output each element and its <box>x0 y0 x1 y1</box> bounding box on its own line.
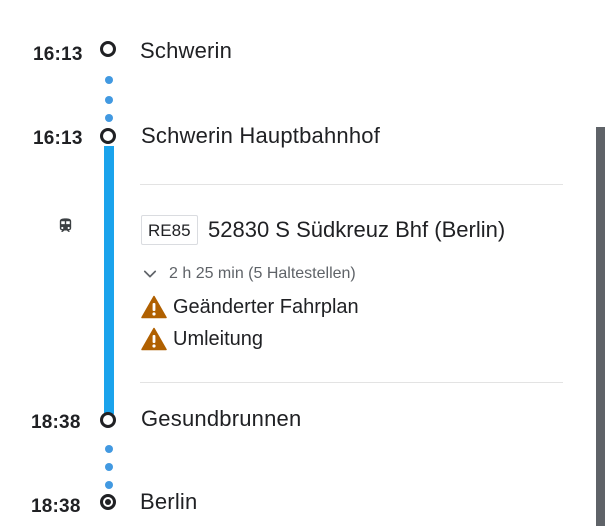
walk-dot <box>105 96 113 104</box>
expand-stops-button[interactable]: 2 h 25 min (5 Haltestellen) <box>141 263 356 285</box>
divider <box>140 184 563 185</box>
alert-text: Umleitung <box>173 327 264 350</box>
stop-name[interactable]: Schwerin Hauptbahnhof <box>141 123 380 149</box>
divider <box>140 382 563 383</box>
transit-directions-panel: 16:13 Schwerin 16:13 Schwerin Hauptbahnh… <box>0 0 605 526</box>
destination-dot <box>105 499 111 505</box>
warning-icon <box>141 295 167 319</box>
alert-item[interactable]: Umleitung <box>141 326 263 352</box>
train-route-line <box>104 146 114 414</box>
route-badge: RE85 <box>141 215 198 245</box>
stop-name[interactable]: Schwerin <box>140 38 232 64</box>
headsign: 52830 S Südkreuz Bhf (Berlin) <box>208 217 506 242</box>
stop-marker-icon <box>100 128 116 144</box>
scrollbar-thumb[interactable] <box>596 127 605 526</box>
stop-time: 16:13 <box>33 44 83 65</box>
stop-time: 18:38 <box>31 496 81 517</box>
alert-text: Geänderter Fahrplan <box>173 295 359 318</box>
stop-marker-icon <box>100 412 116 428</box>
walk-dot <box>105 463 113 471</box>
stop-time: 18:38 <box>31 412 81 433</box>
chevron-down-icon <box>143 270 157 278</box>
stop-marker-icon <box>100 41 116 57</box>
stop-time: 16:13 <box>33 128 83 149</box>
stop-name[interactable]: Berlin <box>140 489 197 515</box>
walk-dot <box>105 481 113 489</box>
walk-dot <box>105 445 113 453</box>
walk-dot <box>105 114 113 122</box>
warning-icon <box>141 327 167 351</box>
stop-name[interactable]: Gesundbrunnen <box>141 406 301 432</box>
alert-item[interactable]: Geänderter Fahrplan <box>141 294 359 320</box>
destination-marker-icon <box>100 494 116 510</box>
walk-dot <box>105 76 113 84</box>
train-icon <box>59 218 72 232</box>
duration-text: 2 h 25 min (5 Haltestellen) <box>169 265 356 282</box>
